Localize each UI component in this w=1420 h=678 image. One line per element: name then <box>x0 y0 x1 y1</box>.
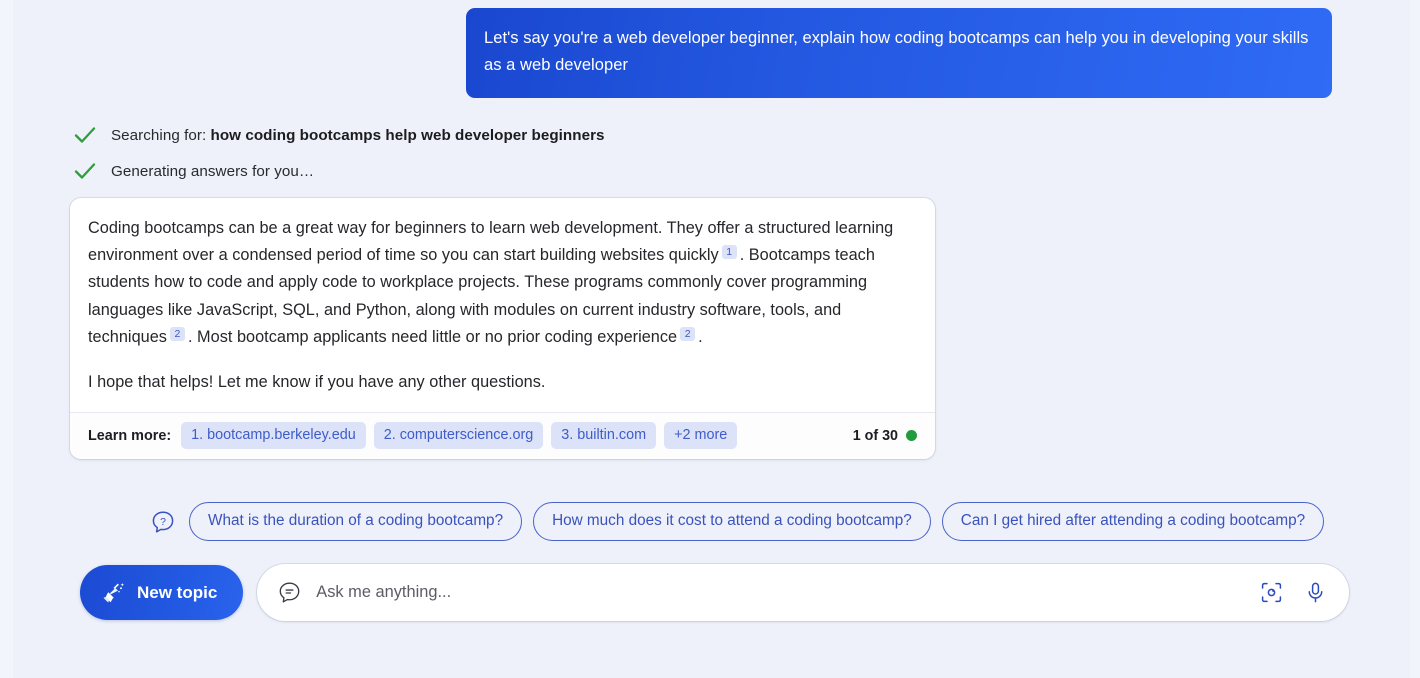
visual-search-icon[interactable] <box>1260 581 1283 604</box>
source-chip-2[interactable]: 2. computerscience.org <box>373 422 544 450</box>
citation-badge-3[interactable]: 2 <box>680 326 696 341</box>
ask-input-container[interactable] <box>257 564 1350 621</box>
answer-counter-group: 1 of 30 <box>853 428 917 444</box>
new-topic-button[interactable]: New topic <box>80 565 244 620</box>
status-line-generating: Generating answers for you… <box>72 153 972 189</box>
source-chip-1[interactable]: 1. bootcamp.berkeley.edu <box>181 422 366 450</box>
answer-page-count: 1 of 30 <box>852 427 898 444</box>
answer-card: Coding bootcamps can be a great way for … <box>70 198 935 460</box>
status-list: Searching for: how coding bootcamps help… <box>72 117 972 189</box>
status-dot-icon <box>906 430 917 442</box>
check-icon <box>72 122 98 148</box>
status-text-generating: Generating answers for you… <box>111 162 315 180</box>
suggestion-chip-hired[interactable]: Can I get hired after attending a coding… <box>941 502 1325 541</box>
check-icon <box>72 158 98 184</box>
broom-icon <box>100 580 126 606</box>
user-message-bubble: Let's say you're a web developer beginne… <box>466 8 1332 98</box>
composer-bar: New topic <box>80 564 1350 621</box>
composer-icon-group <box>1260 581 1327 604</box>
question-bubble-icon: ? <box>150 509 176 535</box>
new-topic-label: New topic <box>137 582 218 602</box>
microphone-icon[interactable] <box>1304 581 1327 604</box>
status-prefix-searching: Searching for: <box>111 126 211 144</box>
answer-paragraph-2: I hope that helps! Let me know if you ha… <box>88 373 546 392</box>
answer-paragraph-1: Coding bootcamps can be a great way for … <box>88 215 913 351</box>
ask-input[interactable] <box>316 583 1249 602</box>
learn-more-label: Learn more: <box>88 427 172 444</box>
answer-body: Coding bootcamps can be a great way for … <box>70 198 935 412</box>
search-query-text: how coding bootcamps help web developer … <box>210 126 605 144</box>
answer-text-segment-3: . Most bootcamp applicants need little o… <box>187 327 678 346</box>
source-chip-list: 1. bootcamp.berkeley.edu 2. computerscie… <box>181 422 738 450</box>
status-line-searching: Searching for: how coding bootcamps help… <box>72 117 972 153</box>
answer-footer: Learn more: 1. bootcamp.berkeley.edu 2. … <box>70 412 935 460</box>
background-strip-right <box>1410 0 1420 678</box>
svg-text:?: ? <box>160 516 166 528</box>
chat-bubble-icon <box>277 580 302 605</box>
user-message-row: Let's say you're a web developer beginne… <box>0 8 1420 98</box>
answer-text-segment-4: . <box>698 327 703 346</box>
status-text-searching: Searching for: how coding bootcamps help… <box>111 127 605 144</box>
suggestion-chip-cost[interactable]: How much does it cost to attend a coding… <box>533 502 931 541</box>
chat-page: Let's say you're a web developer beginne… <box>0 0 1420 678</box>
suggestion-chip-duration[interactable]: What is the duration of a coding bootcam… <box>189 502 523 541</box>
citation-badge-2[interactable]: 2 <box>169 326 185 341</box>
suggestion-chip-row: ? What is the duration of a coding bootc… <box>150 502 1325 541</box>
source-chip-3[interactable]: 3. builtin.com <box>551 422 657 450</box>
background-strip-left <box>0 0 13 678</box>
citation-badge-1[interactable]: 1 <box>721 245 737 260</box>
source-chip-more[interactable]: +2 more <box>664 422 738 450</box>
